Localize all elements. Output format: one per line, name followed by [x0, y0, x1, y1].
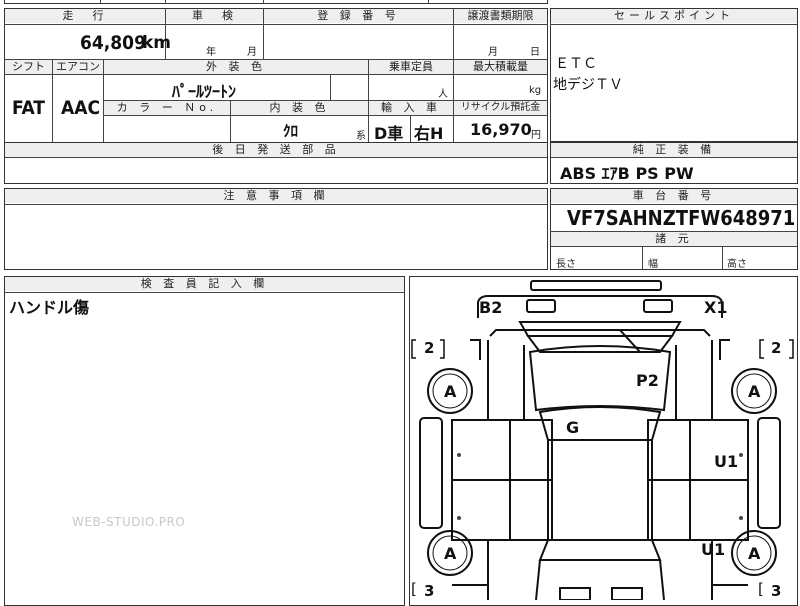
car-diagram [411, 280, 794, 600]
bracket-rear-right-open: [ [758, 580, 764, 598]
tire-rear-right-label: A [748, 544, 761, 563]
bracket-front-right-label: 2 [771, 339, 782, 357]
bracket-left-front [411, 339, 416, 359]
tire-front-left-label: A [444, 382, 457, 401]
right-headlamp-shape [643, 299, 673, 313]
bracket-right-front [759, 339, 764, 359]
tire-rear-left-label: A [444, 544, 457, 563]
bracket-rear-right-label: 3 [771, 582, 782, 600]
left-headlamp-shape [526, 299, 556, 313]
tire-front-right-label: A [748, 382, 761, 401]
mark-u1-upper: U1 [714, 452, 739, 471]
bracket-rear-left-open: [ [411, 580, 417, 598]
center-body-shape [547, 439, 653, 541]
right-skirt-shape [757, 417, 781, 529]
mark-u1-lower: U1 [701, 540, 726, 559]
bracket-rear-left-label: 3 [424, 582, 435, 600]
left-skirt-shape [419, 417, 443, 529]
mark-p2: P2 [636, 371, 659, 390]
mark-g: G [566, 418, 580, 437]
roof-antenna-shape [530, 280, 662, 291]
bracket-front-left-label: 2 [424, 339, 435, 357]
mark-b2: B2 [479, 298, 503, 317]
front-bumper-shape [477, 295, 723, 318]
mark-x1: X1 [704, 298, 728, 317]
